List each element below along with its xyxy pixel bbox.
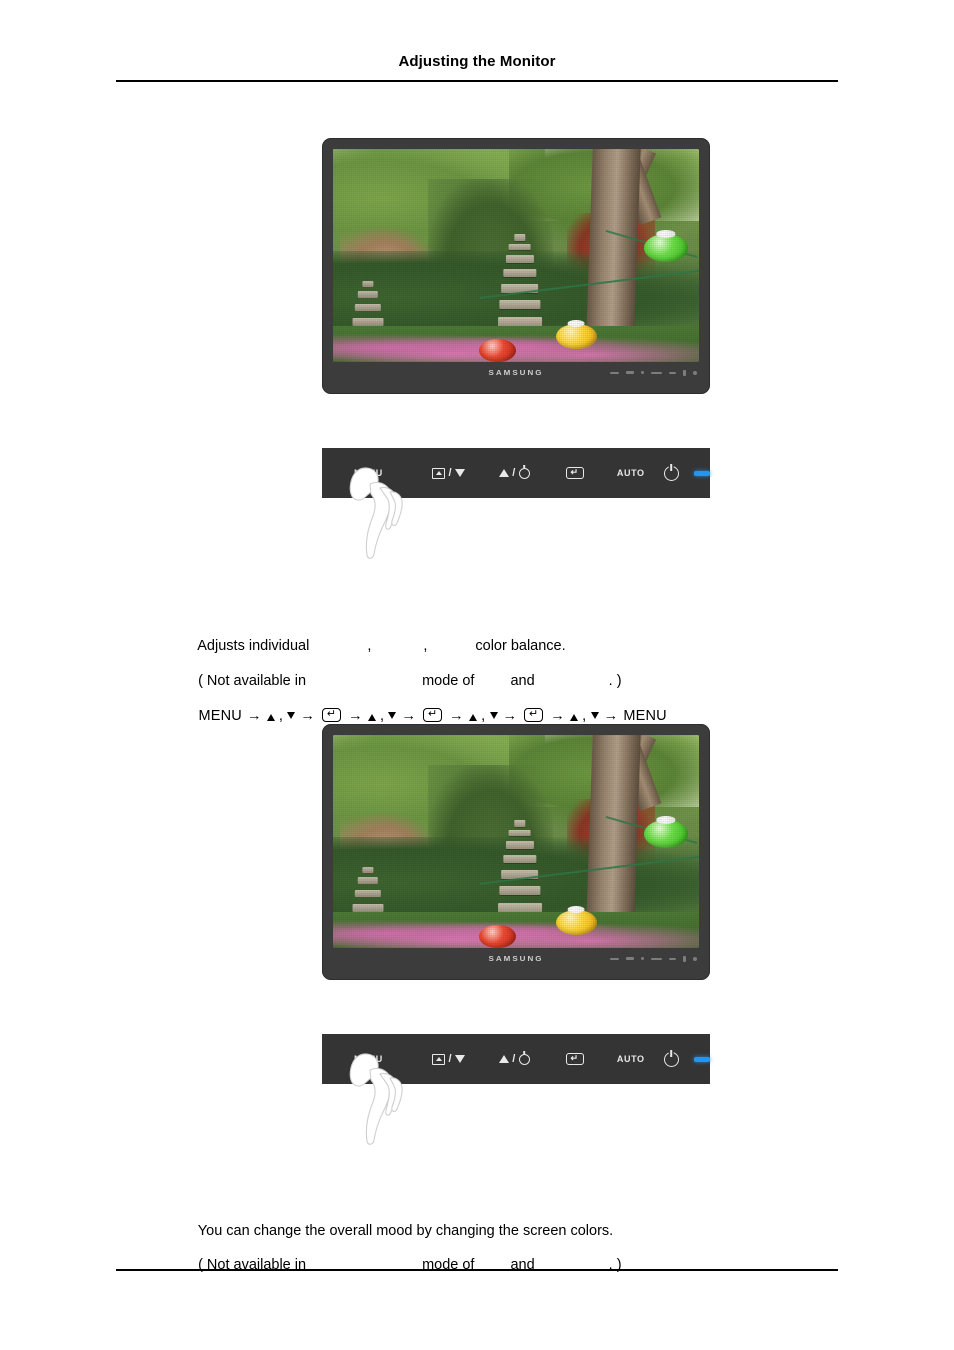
color-tone-availability-note: ( Not available in mode of and. ) (190, 1213, 622, 1283)
comma: , (375, 708, 389, 724)
control-panel-bar: MENU / / AUTO (322, 448, 710, 498)
auto-button[interactable]: AUTO (603, 448, 659, 498)
enter-key-icon (565, 1053, 584, 1065)
arrow-up-icon (367, 714, 376, 721)
sequence-start-label: MENU (198, 708, 242, 724)
arrow-down-icon (455, 469, 466, 477)
auto-button[interactable]: AUTO (603, 1034, 659, 1084)
bezel-key-marks (610, 369, 697, 376)
samsung-logo: SAMSUNG (488, 954, 544, 963)
monitor-preview-bottom: SAMSUNG (322, 724, 710, 980)
arrow-up-icon (266, 714, 275, 721)
up-brightness-button[interactable]: / (483, 448, 547, 498)
header-rule (116, 80, 838, 82)
control-panel-bottom: MENU / / AUTO (322, 1034, 710, 1150)
menu-button-label: MENU (354, 468, 383, 478)
auto-button-label: AUTO (616, 468, 645, 478)
enter-button[interactable] (547, 448, 603, 498)
arrow-glyph: → (550, 708, 565, 724)
brightness-icon (518, 1053, 530, 1065)
footer-rule (116, 1269, 838, 1271)
enter-button[interactable] (547, 1034, 603, 1084)
sequence-end-label: MENU (623, 708, 667, 724)
arrow-glyph: → (300, 708, 316, 724)
monitor-screen (333, 735, 699, 948)
monitor-screen (333, 149, 699, 362)
control-panel-top: MENU / / AUTO (322, 448, 710, 564)
up-brightness-button[interactable]: / (483, 1034, 547, 1084)
page-title: Adjusting the Monitor (398, 53, 556, 70)
power-led (684, 448, 710, 498)
arrow-glyph: → (502, 708, 518, 724)
source-icon (432, 1053, 446, 1065)
source-icon (432, 467, 446, 479)
comma: , (577, 708, 591, 724)
auto-button-label: AUTO (616, 1054, 645, 1064)
enter-key-icon (524, 708, 544, 722)
slash-separator: / (448, 467, 453, 479)
bezel-key-marks (610, 955, 697, 962)
arrow-down-icon (287, 712, 296, 719)
arrow-glyph: → (246, 708, 262, 724)
arrow-up-icon (468, 714, 477, 721)
arrow-glyph: → (603, 708, 619, 724)
comma: , (476, 708, 490, 724)
menu-button-label: MENU (354, 1054, 383, 1064)
source-down-button[interactable]: / (415, 448, 483, 498)
source-down-button[interactable]: / (415, 1034, 483, 1084)
screen-photo (333, 149, 699, 362)
arrow-down-icon (388, 712, 397, 719)
arrow-down-icon (489, 712, 498, 719)
enter-key-icon (322, 708, 342, 722)
arrow-glyph: → (401, 708, 417, 724)
arrow-glyph: → (449, 708, 464, 724)
power-button[interactable] (659, 448, 684, 498)
menu-button[interactable]: MENU (322, 1034, 415, 1084)
slash-separator: / (512, 467, 516, 479)
control-panel-bar: MENU / / AUTO (322, 1034, 710, 1084)
power-led (684, 1034, 710, 1084)
screen-photo (333, 735, 699, 948)
power-button[interactable] (659, 1034, 684, 1084)
arrow-down-icon (455, 1055, 466, 1063)
arrow-down-icon (590, 712, 599, 719)
enter-key-icon (423, 708, 443, 722)
slash-separator: / (448, 1053, 453, 1065)
arrow-up-icon (499, 469, 510, 477)
monitor-preview-top: SAMSUNG (322, 138, 710, 394)
monitor-bottom-bezel: SAMSUNG (333, 362, 699, 383)
slash-separator: / (512, 1053, 516, 1065)
comma: , (274, 708, 288, 724)
power-led-indicator (694, 1056, 710, 1062)
power-led-indicator (694, 470, 710, 476)
samsung-logo: SAMSUNG (488, 368, 544, 377)
monitor-bottom-bezel: SAMSUNG (333, 948, 699, 969)
arrow-glyph: → (348, 708, 363, 724)
page-header: Adjusting the Monitor (116, 52, 838, 72)
arrow-up-icon (499, 1055, 510, 1063)
power-icon (663, 465, 679, 481)
power-icon (663, 1051, 679, 1067)
arrow-up-icon (569, 714, 578, 721)
enter-key-icon (565, 467, 584, 479)
brightness-icon (518, 467, 530, 479)
menu-button[interactable]: MENU (322, 448, 415, 498)
